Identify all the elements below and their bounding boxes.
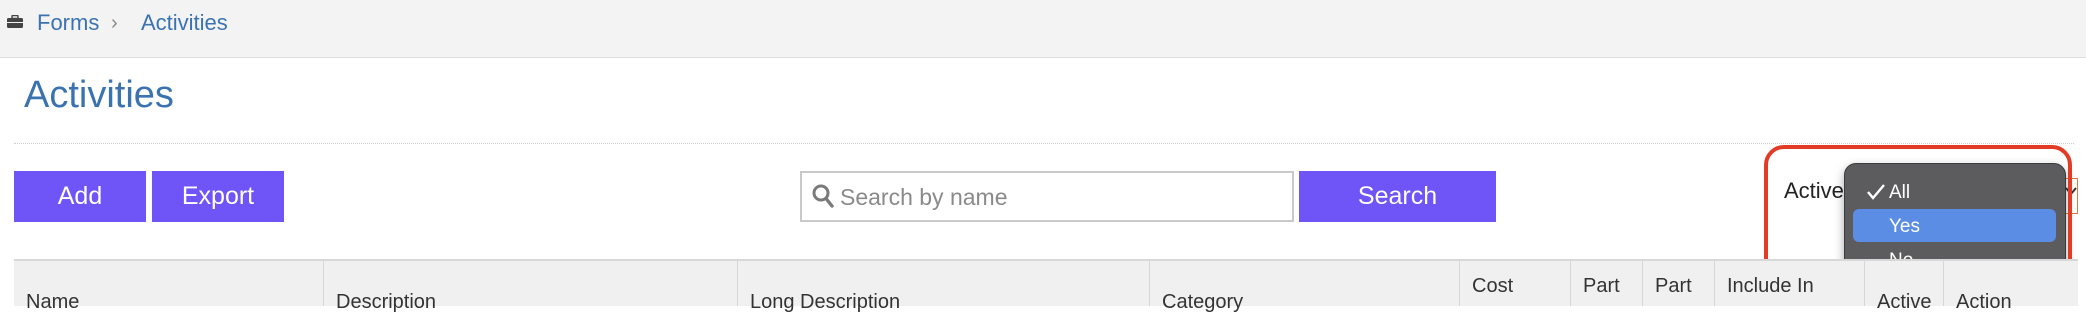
chevron-down-icon	[2065, 187, 2077, 196]
column-header-name[interactable]: Name	[14, 261, 323, 313]
dropdown-option-label: All	[1889, 182, 1911, 203]
checkmark-icon	[1867, 184, 1885, 200]
briefcase-icon	[7, 15, 23, 28]
active-filter-label: Active	[1784, 178, 1844, 203]
column-header-long-description[interactable]: Long Description	[737, 261, 1149, 313]
column-header-action[interactable]: Action	[1943, 261, 2078, 313]
page-title: Activities	[24, 74, 174, 116]
dropdown-option-all[interactable]: All	[1853, 175, 2056, 208]
search-field	[800, 171, 1294, 222]
chevron-right-icon: ›	[111, 12, 118, 34]
dropdown-option-label: Yes	[1889, 216, 1920, 237]
column-header-description[interactable]: Description	[323, 261, 737, 313]
column-header-category[interactable]: Category	[1149, 261, 1459, 313]
breadcrumb-bar: Forms › Activities	[0, 0, 2086, 58]
search-input[interactable]	[838, 173, 1292, 222]
add-button[interactable]: Add	[14, 171, 146, 222]
dropdown-option-yes[interactable]: Yes	[1853, 209, 2056, 242]
export-button[interactable]: Export	[152, 171, 284, 222]
column-header-include-in[interactable]: Include In	[1714, 261, 1864, 306]
column-header-cost[interactable]: Cost	[1459, 261, 1570, 306]
column-header-active[interactable]: Active	[1864, 261, 1943, 313]
search-button[interactable]: Search	[1299, 171, 1496, 222]
column-header-part-1[interactable]: Part	[1570, 261, 1642, 306]
breadcrumb-activities-link[interactable]: Activities	[141, 10, 228, 36]
breadcrumb-forms-link[interactable]: Forms	[37, 10, 99, 36]
search-icon	[812, 184, 834, 208]
column-header-part-2[interactable]: Part	[1642, 261, 1714, 306]
title-divider	[14, 143, 2074, 144]
table-header: Name Description Long Description Catego…	[14, 259, 2078, 313]
